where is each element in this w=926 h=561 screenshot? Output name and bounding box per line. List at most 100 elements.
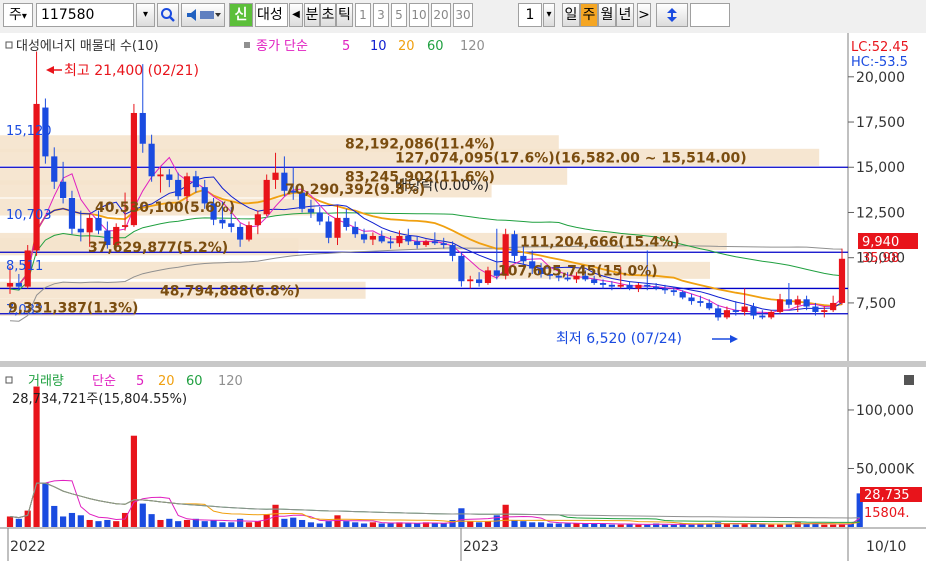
candle-body: [431, 241, 438, 244]
candle-body: [148, 143, 155, 177]
candle-body: [343, 217, 350, 227]
candle-body: [51, 156, 58, 182]
volume-bar: [360, 523, 368, 527]
volume-bar: [139, 503, 146, 527]
period-week-button[interactable]: 주: [580, 3, 598, 27]
prev-price-tag: 35,98: [862, 251, 899, 266]
unit-second-button[interactable]: 초: [320, 3, 336, 27]
search-icon: [161, 8, 175, 22]
stock-code-input[interactable]: 117580: [36, 3, 134, 27]
candle-body: [77, 228, 84, 233]
candle-body: [449, 245, 456, 256]
ma5-legend: 5: [342, 39, 350, 54]
period-day-button[interactable]: 일: [562, 3, 580, 27]
candle-body: [484, 270, 492, 284]
vol-ma20-legend: 20: [158, 374, 175, 389]
interval-3-button[interactable]: 3: [373, 3, 389, 27]
candle-body: [608, 284, 615, 287]
candle-body: [263, 179, 270, 215]
candle-body: [254, 214, 261, 226]
period-type-select[interactable]: 주▾: [3, 3, 33, 27]
candle-body: [157, 174, 164, 177]
pane-splitter[interactable]: [0, 361, 926, 367]
volume-bar: [166, 518, 173, 527]
candle-body: [272, 172, 279, 180]
volume-bar: [60, 516, 67, 527]
speaker-icon: [187, 9, 221, 21]
candle-body: [838, 258, 846, 303]
scroll-toggle-button[interactable]: [656, 3, 688, 27]
interval-10-button[interactable]: 10: [409, 3, 429, 27]
blank-input[interactable]: [690, 3, 730, 27]
code-dropdown-button[interactable]: ▾: [136, 3, 155, 27]
volume-bar: [414, 523, 421, 527]
hc-label: HC:-53.5: [851, 55, 908, 70]
volume-y-tick-label: 50,000K: [856, 461, 915, 477]
volume-bar: [776, 524, 784, 527]
volume-y-tick-label: 100,000: [856, 403, 914, 419]
volume-bar: [688, 524, 695, 527]
candle-body: [307, 208, 315, 213]
candle-body: [812, 306, 819, 312]
interval-1-button[interactable]: 1: [355, 3, 371, 27]
candle-body: [741, 306, 748, 312]
volume-bar: [458, 508, 465, 527]
volume-bar: [644, 524, 651, 527]
volume-bar: [68, 512, 76, 527]
volume-bar: [325, 521, 332, 527]
candle-body: [776, 299, 784, 312]
period-year-button[interactable]: 년: [616, 3, 634, 27]
vp-label: 70,290,392(9.8%): [285, 182, 425, 198]
interval-30-button[interactable]: 30: [453, 3, 473, 27]
volume-bar: [537, 522, 545, 527]
interval-20-button[interactable]: 20: [431, 3, 451, 27]
volume-bar: [15, 518, 22, 527]
volume-bar: [838, 524, 846, 527]
volume-bar: [732, 524, 739, 527]
y-tick-label: 20,000: [856, 70, 905, 86]
chevron-down-icon: ▾: [142, 9, 149, 20]
ma-legend-label: 종가 단순: [256, 39, 308, 54]
volume-legend-name: 거래량: [28, 374, 64, 389]
ma10-legend: 10: [370, 39, 387, 54]
nav-prev-button[interactable]: ◀: [289, 3, 303, 27]
nav-next-button[interactable]: >: [637, 3, 651, 27]
legend-marker-icon: [244, 42, 250, 48]
candle-body: [360, 234, 368, 240]
stock-name-field[interactable]: 대성: [255, 3, 288, 27]
volume-bar: [6, 516, 14, 527]
sound-button[interactable]: [181, 3, 225, 27]
volume-bar: [520, 521, 527, 527]
up-down-arrow-icon: [667, 8, 677, 22]
candle-body: [440, 243, 447, 246]
volume-bar: [369, 522, 376, 527]
candle-body: [316, 212, 323, 222]
candle-body: [476, 279, 483, 284]
interval-5-button[interactable]: 5: [391, 3, 407, 27]
volume-bar: [768, 524, 775, 527]
candle-body: [369, 235, 376, 240]
candle-body: [511, 234, 518, 256]
volume-bar: [670, 524, 677, 527]
chart-area: 20,00017,50015,00012,50010,0007,500100,0…: [0, 33, 926, 561]
candle-body: [706, 302, 713, 309]
count-dropdown-button[interactable]: ▾: [543, 3, 555, 27]
chevron-down-icon: ▾: [21, 11, 27, 22]
close-pane-icon[interactable]: [904, 375, 914, 385]
volume-last-tag: 28,735: [864, 488, 910, 503]
unit-tick-button[interactable]: 틱: [336, 3, 353, 27]
search-button[interactable]: [157, 3, 179, 27]
volume-bar: [591, 523, 598, 527]
period-month-button[interactable]: 월: [598, 3, 616, 27]
candle-body: [635, 284, 642, 289]
candle-body: [139, 112, 146, 144]
candle-body: [86, 217, 93, 233]
candle-body: [688, 297, 695, 302]
volume-bar: [183, 519, 191, 527]
volume-bar: [484, 521, 492, 527]
ma120-legend: 120: [460, 39, 485, 54]
volume-bar: [467, 521, 474, 527]
count-input[interactable]: 1: [518, 3, 542, 27]
unit-minute-button[interactable]: 분: [304, 3, 320, 27]
volume-bar: [42, 482, 49, 527]
